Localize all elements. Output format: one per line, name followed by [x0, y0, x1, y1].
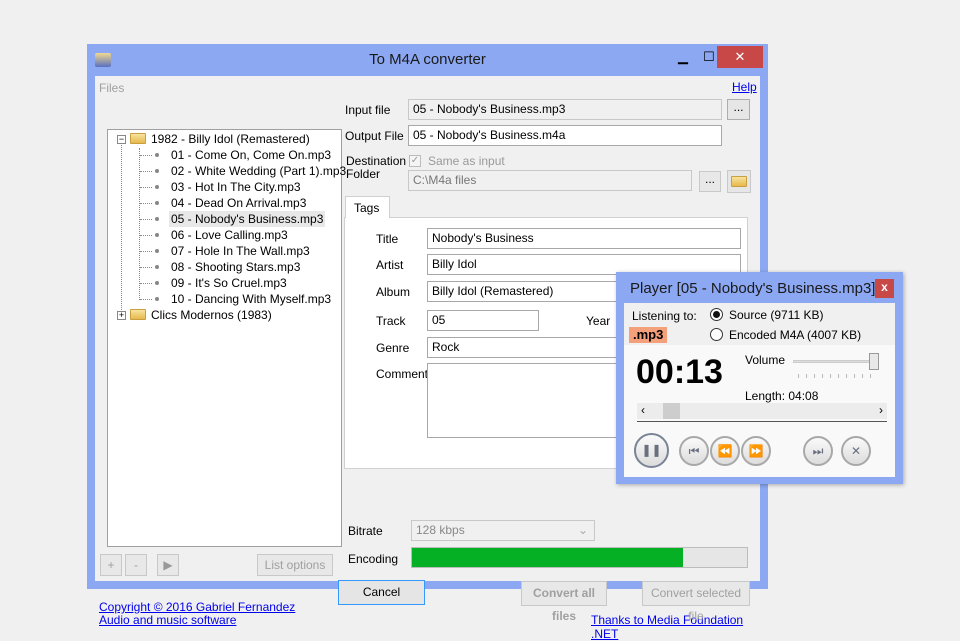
open-folder-icon	[731, 176, 747, 187]
file-tree[interactable]: − 1982 - Billy Idol (Remastered) + Clics…	[107, 129, 346, 547]
list-options-button[interactable]: List options	[257, 554, 333, 576]
volume-label: Volume	[745, 353, 786, 367]
comment-label: Comment	[376, 367, 429, 381]
tree-file[interactable]: 10 - Dancing With Myself.mp3	[169, 291, 333, 307]
same-as-input-checkbox[interactable]: ✓	[409, 155, 421, 167]
bullet-icon	[155, 281, 159, 285]
encoded-label: Encoded M4A (4007 KB)	[729, 328, 862, 342]
open-folder-button[interactable]	[727, 170, 751, 193]
stop-button[interactable]: ✕	[841, 436, 871, 466]
tree-file[interactable]: 02 - White Wedding (Part 1).mp3	[169, 163, 348, 179]
tree-file[interactable]: 05 - Nobody's Business.mp3	[169, 211, 326, 227]
fast-forward-button[interactable]: ⏩	[741, 436, 771, 466]
copyright-link[interactable]: Copyright © 2016 Gabriel Fernandez	[99, 600, 295, 614]
tree-folder[interactable]: 1982 - Billy Idol (Remastered)	[151, 131, 310, 147]
time-display: 00:13	[636, 353, 723, 391]
bullet-icon	[155, 249, 159, 253]
position-scrollbar[interactable]: ‹ ›	[637, 403, 887, 419]
encoded-radio[interactable]	[710, 328, 723, 341]
minimize-button[interactable]: ▁	[669, 46, 697, 68]
bullet-icon	[155, 169, 159, 173]
tree-file[interactable]: 06 - Love Calling.mp3	[169, 227, 290, 243]
close-button[interactable]: ✕	[717, 46, 763, 68]
previous-button[interactable]: ⏮	[679, 436, 709, 466]
artist-label: Artist	[376, 258, 404, 272]
collapse-icon[interactable]: −	[117, 135, 126, 144]
bullet-icon	[155, 185, 159, 189]
chevron-down-icon: ⌄	[577, 523, 588, 537]
position-thumb[interactable]	[663, 403, 680, 419]
volume-slider[interactable]	[793, 360, 879, 363]
input-file-label: Input file	[345, 103, 391, 117]
destination-label: Destination Folder	[346, 154, 407, 181]
files-label: Files	[99, 81, 125, 95]
next-button[interactable]: ⏭	[803, 436, 833, 466]
genre-label: Genre	[376, 341, 410, 355]
tree-file[interactable]: 03 - Hot In The City.mp3	[169, 179, 303, 195]
pause-button[interactable]: ❚❚	[634, 433, 669, 468]
thanks-link[interactable]: Thanks to Media Foundation .NET	[591, 613, 760, 641]
subtitle-link[interactable]: Audio and music software	[99, 613, 236, 627]
bullet-icon	[155, 265, 159, 269]
bullet-icon	[155, 297, 159, 301]
add-file-button[interactable]: +	[100, 554, 122, 576]
input-file-field[interactable]: 05 - Nobody's Business.mp3	[408, 99, 722, 120]
help-link[interactable]: Help	[732, 80, 757, 94]
tree-file[interactable]: 01 - Come On, Come On.mp3	[169, 147, 333, 163]
same-as-input-label: Same as input	[428, 154, 505, 168]
scroll-right-icon[interactable]: ›	[879, 403, 883, 417]
player-title: Player [05 - Nobody's Business.mp3]	[630, 280, 876, 297]
destination-field[interactable]: C:\M4a files	[408, 170, 692, 191]
title-field[interactable]: Nobody's Business	[427, 228, 741, 249]
progress-fill	[412, 548, 684, 567]
encoding-progress-bar	[411, 547, 748, 568]
player-window: Player [05 - Nobody's Business.mp3] x Li…	[616, 272, 903, 484]
play-button[interactable]: ▶	[157, 554, 179, 576]
bitrate-value: 128 kbps	[416, 523, 465, 537]
bullet-icon	[155, 233, 159, 237]
length-label: Length: 04:08	[745, 389, 819, 403]
cancel-button[interactable]: Cancel	[338, 580, 425, 605]
encoding-label: Encoding	[348, 552, 399, 566]
rewind-button[interactable]: ⏪	[710, 436, 740, 466]
tree-file[interactable]: 08 - Shooting Stars.mp3	[169, 259, 302, 275]
bitrate-label: Bitrate	[348, 524, 383, 538]
convert-all-button[interactable]: Convert all files	[521, 581, 607, 623]
convert-selected-button[interactable]: Convert selected file	[642, 581, 750, 623]
bullet-icon	[155, 153, 159, 157]
expand-icon[interactable]: +	[117, 311, 126, 320]
format-badge: .mp3	[629, 327, 668, 343]
tree-file[interactable]: 04 - Dead On Arrival.mp3	[169, 195, 308, 211]
album-label: Album	[376, 285, 411, 299]
folder-icon	[130, 133, 146, 144]
remove-file-button[interactable]: -	[125, 554, 147, 576]
track-label: Track	[376, 314, 406, 328]
tree-folder[interactable]: Clics Modernos (1983)	[151, 307, 272, 323]
destination-browse-button[interactable]: ...	[699, 171, 721, 192]
input-browse-button[interactable]: ...	[727, 99, 750, 120]
listening-label: Listening to:	[632, 309, 697, 323]
bullet-icon	[155, 201, 159, 205]
tree-file[interactable]: 09 - It's So Cruel.mp3	[169, 275, 289, 291]
tree-file[interactable]: 07 - Hole In The Wall.mp3	[169, 243, 312, 259]
folder-icon	[130, 309, 146, 320]
scroll-left-icon[interactable]: ‹	[641, 403, 645, 417]
track-field[interactable]: 05	[427, 310, 539, 331]
app-icon	[95, 53, 111, 67]
output-file-field[interactable]: 05 - Nobody's Business.m4a	[408, 125, 722, 146]
year-label: Year	[586, 314, 611, 328]
tags-tab[interactable]: Tags	[345, 196, 390, 218]
output-file-label: Output File	[345, 129, 404, 143]
source-radio[interactable]	[710, 308, 723, 321]
bullet-icon	[155, 217, 159, 221]
source-label: Source (9711 KB)	[729, 308, 824, 322]
title-label: Title	[376, 232, 399, 246]
window-title: To M4A converter	[369, 51, 486, 68]
player-close-button[interactable]: x	[875, 279, 894, 298]
volume-thumb[interactable]	[869, 353, 879, 370]
bitrate-select[interactable]: 128 kbps ⌄	[411, 520, 595, 541]
